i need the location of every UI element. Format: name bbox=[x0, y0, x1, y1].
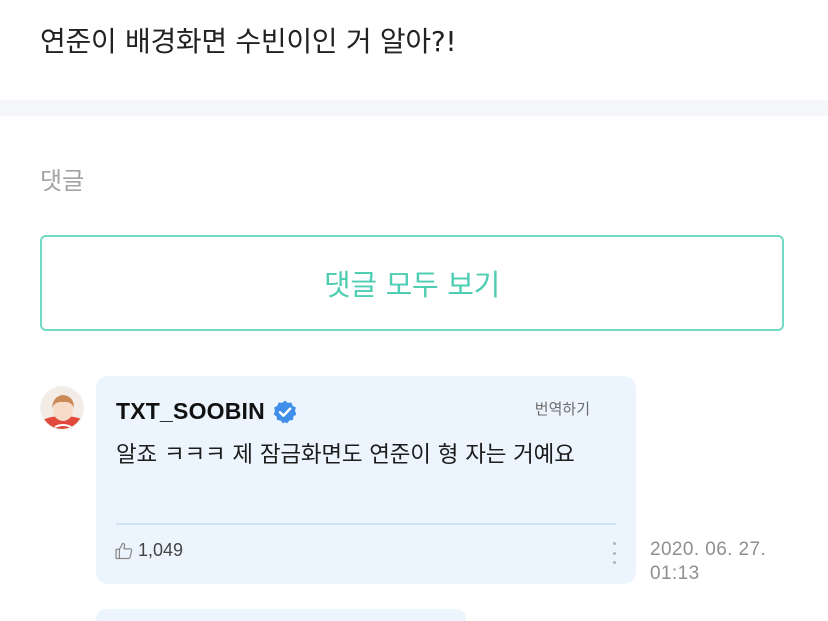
comment-bubble: TXT_SOOBIN 번역하기 알죠 ㅋㅋㅋ 제 잠금화면도 연준이 형 자는 … bbox=[96, 376, 636, 584]
comments-label: 댓글 bbox=[40, 167, 85, 195]
avatar[interactable] bbox=[40, 386, 84, 430]
timestamp-date: 2020. 06. 27. bbox=[650, 539, 767, 560]
view-all-comments-button[interactable]: 댓글 모두 보기 bbox=[40, 235, 784, 331]
author-name[interactable]: TXT_SOOBIN bbox=[116, 398, 265, 425]
next-comment-bubble bbox=[96, 609, 466, 621]
comment-divider bbox=[116, 523, 616, 525]
like-count: 1,049 bbox=[138, 540, 184, 560]
verified-badge-icon bbox=[273, 400, 297, 423]
avatar-image bbox=[41, 387, 83, 429]
timestamp-time: 01:13 bbox=[650, 563, 700, 584]
section-divider bbox=[0, 100, 828, 116]
post-title: 연준이 배경화면 수빈이인 거 알아?! bbox=[40, 25, 457, 58]
translate-button[interactable]: 번역하기 bbox=[535, 398, 590, 419]
comment-author[interactable]: TXT_SOOBIN bbox=[116, 398, 298, 425]
comment-timestamp: 2020. 06. 27. 01:13 bbox=[650, 538, 766, 586]
more-vertical-icon[interactable] bbox=[604, 542, 624, 564]
thumbs-up-icon bbox=[115, 542, 133, 559]
comment-text: 알죠 ㅋㅋㅋ 제 잠금화면도 연준이 형 자는 거예요 bbox=[116, 442, 575, 468]
like-button[interactable]: 1,049 bbox=[114, 540, 183, 561]
